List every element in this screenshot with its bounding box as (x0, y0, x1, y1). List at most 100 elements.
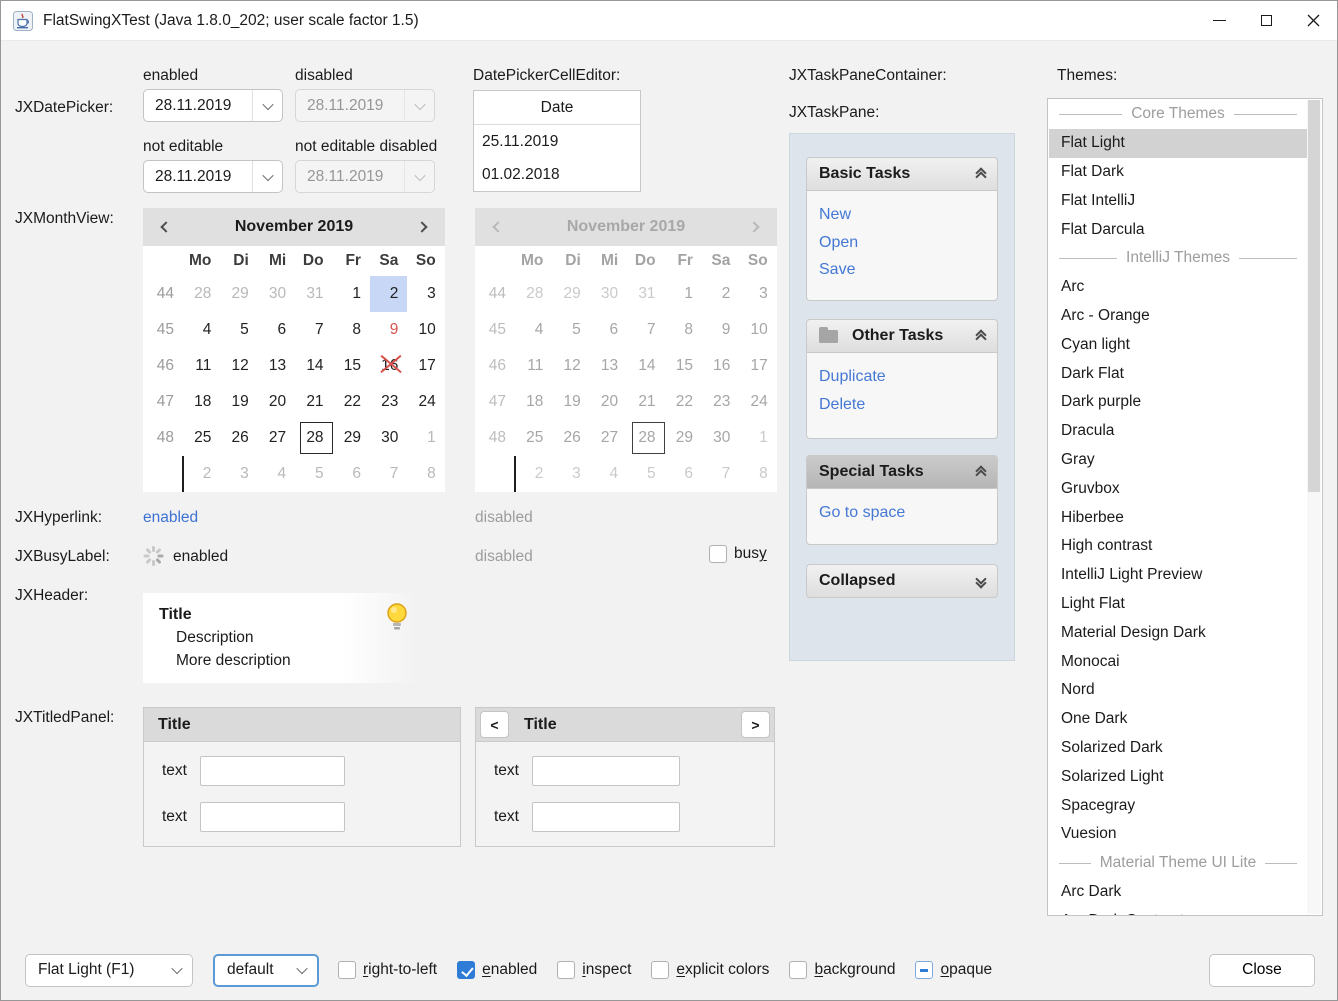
text-field[interactable] (200, 756, 345, 786)
date-table-cell[interactable]: 01.02.2018 (474, 158, 640, 191)
day-cell[interactable]: 1 (333, 276, 370, 312)
theme-item-flat-intellij[interactable]: Flat IntelliJ (1049, 186, 1307, 215)
day-cell[interactable]: 17 (407, 348, 444, 384)
day-cell[interactable]: 1 (407, 420, 444, 456)
day-cell[interactable]: 25 (183, 420, 220, 456)
checkbox-right-to-left[interactable]: right-to-left (338, 961, 437, 979)
theme-item-flat-dark[interactable]: Flat Dark (1049, 158, 1307, 187)
theme-item-hiberbee[interactable]: Hiberbee (1049, 503, 1307, 532)
day-cell[interactable]: 23 (370, 384, 407, 420)
day-cell[interactable]: 11 (183, 348, 220, 384)
text-field[interactable] (532, 802, 680, 832)
datepicker-enabled[interactable]: 28.11.2019 (143, 89, 283, 122)
scrollbar-thumb[interactable] (1308, 100, 1320, 492)
day-cell[interactable]: 31 (295, 276, 332, 312)
checkbox-enabled[interactable]: enabled (457, 961, 537, 979)
titled-panel-next-button[interactable]: > (741, 711, 770, 738)
day-cell[interactable]: 21 (295, 384, 332, 420)
day-cell[interactable]: 19 (220, 384, 257, 420)
theme-item-flat-darcula[interactable]: Flat Darcula (1049, 215, 1307, 244)
taskpane-other-tasks-header[interactable]: Other Tasks (806, 319, 998, 353)
right-to-left-checkbox[interactable] (338, 961, 356, 979)
task-link-open[interactable]: Open (819, 229, 997, 257)
datepicker-value[interactable]: 28.11.2019 (144, 97, 252, 115)
inspect-checkbox[interactable] (557, 961, 575, 979)
checkbox-inspect[interactable]: inspect (557, 961, 631, 979)
task-link-duplicate[interactable]: Duplicate (819, 363, 997, 391)
date-column-header[interactable]: Date (474, 91, 640, 125)
theme-item-one-dark[interactable]: One Dark (1049, 705, 1307, 734)
day-cell[interactable]: 28 (183, 276, 220, 312)
theme-item-nord[interactable]: Nord (1049, 676, 1307, 705)
day-cell[interactable]: 27 (258, 420, 295, 456)
checkbox-background[interactable]: background (789, 961, 895, 979)
theme-item-gruvbox[interactable]: Gruvbox (1049, 474, 1307, 503)
checkbox-busy[interactable]: busy (709, 545, 767, 563)
taskpane-special-tasks-header[interactable]: Special Tasks (806, 455, 998, 489)
datepicker-not-editable[interactable]: 28.11.2019 (143, 160, 283, 193)
checkbox-opaque[interactable]: opaque (915, 961, 992, 979)
theme-item-dracula[interactable]: Dracula (1049, 417, 1307, 446)
day-cell[interactable]: 9 (370, 312, 407, 348)
theme-item-material-design-dark[interactable]: Material Design Dark (1049, 618, 1307, 647)
day-cell[interactable]: 2 (183, 456, 220, 492)
taskpane-basic-tasks-header[interactable]: Basic Tasks (806, 157, 998, 191)
day-cell[interactable]: 3 (220, 456, 257, 492)
date-table-cell[interactable]: 25.11.2019 (474, 125, 640, 158)
day-cell[interactable]: 7 (295, 312, 332, 348)
titled-panel-prev-button[interactable]: < (480, 711, 509, 738)
day-cell[interactable]: 10 (407, 312, 444, 348)
day-cell[interactable]: 24 (407, 384, 444, 420)
collapse-chevron-icon[interactable] (977, 329, 985, 343)
theme-item-cyan-light[interactable]: Cyan light (1049, 330, 1307, 359)
day-cell[interactable]: 4 (183, 312, 220, 348)
task-link-save[interactable]: Save (819, 256, 997, 284)
task-link-delete[interactable]: Delete (819, 391, 997, 419)
theme-item-high-contrast[interactable]: High contrast (1049, 532, 1307, 561)
theme-item-dark-purple[interactable]: Dark purple (1049, 388, 1307, 417)
day-cell[interactable]: 6 (333, 456, 370, 492)
day-cell[interactable]: 7 (370, 456, 407, 492)
opaque-checkbox[interactable] (915, 961, 933, 979)
theme-item-solarized-light[interactable]: Solarized Light (1049, 762, 1307, 791)
day-cell[interactable]: 16 (370, 348, 407, 384)
day-cell[interactable]: 2 (370, 276, 407, 312)
theme-item-dark-flat[interactable]: Dark Flat (1049, 359, 1307, 388)
combo-dropdown-button[interactable] (287, 966, 317, 974)
theme-item-solarized-dark[interactable]: Solarized Dark (1049, 734, 1307, 763)
day-cell[interactable]: 5 (295, 456, 332, 492)
day-cell[interactable]: 20 (258, 384, 295, 420)
day-cell[interactable]: 5 (220, 312, 257, 348)
checkbox-explicit-colors[interactable]: explicit colors (651, 961, 769, 979)
day-cell[interactable]: 18 (183, 384, 220, 420)
maximize-button[interactable] (1243, 1, 1290, 40)
day-cell[interactable]: 30 (258, 276, 295, 312)
combo-dropdown-button[interactable] (162, 966, 192, 974)
expand-chevron-icon[interactable] (977, 576, 985, 587)
theme-item-vuesion[interactable]: Vuesion (1049, 820, 1307, 849)
themes-scrollbar[interactable] (1307, 100, 1321, 914)
hyperlink-enabled[interactable]: enabled (143, 509, 198, 527)
variant-combo[interactable]: default (213, 954, 319, 987)
collapse-chevron-icon[interactable] (977, 465, 985, 479)
theme-item-flat-light[interactable]: Flat Light (1049, 129, 1307, 158)
day-cell[interactable]: 3 (407, 276, 444, 312)
day-cell[interactable]: 13 (258, 348, 295, 384)
theme-item-intellij-light-preview[interactable]: IntelliJ Light Preview (1049, 561, 1307, 590)
day-cell[interactable]: 30 (370, 420, 407, 456)
datepicker-value[interactable]: 28.11.2019 (144, 168, 252, 186)
day-cell[interactable]: 29 (333, 420, 370, 456)
theme-item-arc-dark-contrast[interactable]: Arc Dark Contrast (1049, 906, 1307, 916)
day-cell[interactable]: 26 (220, 420, 257, 456)
theme-item-light-flat[interactable]: Light Flat (1049, 590, 1307, 619)
day-cell[interactable]: 29 (220, 276, 257, 312)
task-link-go-to-space[interactable]: Go to space (819, 499, 997, 527)
theme-item-spacegray[interactable]: Spacegray (1049, 791, 1307, 820)
day-cell[interactable]: 4 (258, 456, 295, 492)
text-field[interactable] (532, 756, 680, 786)
day-cell[interactable]: 22 (333, 384, 370, 420)
day-cell[interactable]: 6 (258, 312, 295, 348)
next-month-button[interactable] (415, 223, 429, 231)
prev-month-button[interactable] (159, 223, 173, 231)
theme-item-arc-dark[interactable]: Arc Dark (1049, 878, 1307, 907)
